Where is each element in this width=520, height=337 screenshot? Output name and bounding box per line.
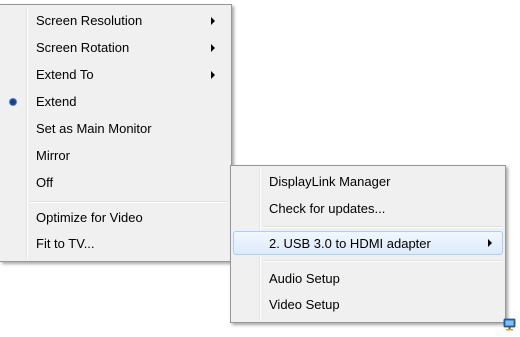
- menu-item-extend[interactable]: Extend: [2, 90, 228, 114]
- menu-item-label: Video Setup: [269, 297, 340, 312]
- menu-item-extend-to[interactable]: Extend To: [2, 63, 228, 87]
- menu-item-audio-setup[interactable]: Audio Setup: [233, 267, 503, 291]
- chevron-right-icon: [211, 44, 215, 52]
- menu-item-check-for-updates[interactable]: Check for updates...: [233, 197, 503, 221]
- menu-item-label: Fit to TV...: [36, 236, 95, 251]
- menu-item-usb-hdmi-adapter[interactable]: 2. USB 3.0 to HDMI adapter: [233, 231, 503, 255]
- menu-item-label: Audio Setup: [269, 271, 340, 286]
- menu-separator: [263, 260, 503, 262]
- menu-item-fit-to-tv[interactable]: Fit to TV...: [2, 232, 228, 256]
- menu-item-label: Mirror: [36, 148, 70, 163]
- menu-item-screen-resolution[interactable]: Screen Resolution: [2, 9, 228, 33]
- menu-item-label: Screen Rotation: [36, 40, 130, 55]
- display-context-menu: Screen Resolution Screen Rotation Extend…: [0, 4, 232, 262]
- menu-item-label: Extend: [36, 94, 77, 109]
- menu-item-off[interactable]: Off: [2, 171, 228, 195]
- menu-item-label: Check for updates...: [269, 201, 386, 216]
- chevron-right-icon: [488, 239, 492, 247]
- menu-item-optimize-for-video[interactable]: Optimize for Video: [2, 206, 228, 230]
- menu-item-set-as-main-monitor[interactable]: Set as Main Monitor: [2, 117, 228, 141]
- chevron-right-icon: [211, 17, 215, 25]
- chevron-right-icon: [211, 71, 215, 79]
- menu-item-label: Screen Resolution: [36, 13, 143, 28]
- menu-separator: [263, 226, 503, 228]
- menu-item-mirror[interactable]: Mirror: [2, 144, 228, 168]
- radio-dot-icon: [10, 99, 16, 105]
- menu-item-displaylink-manager[interactable]: DisplayLink Manager: [233, 170, 503, 194]
- displaylink-tray-menu: DisplayLink Manager Check for updates...…: [230, 165, 506, 323]
- menu-item-label: Off: [36, 175, 54, 190]
- menu-item-label: 2. USB 3.0 to HDMI adapter: [269, 236, 431, 251]
- displaylink-monitor-icon[interactable]: [503, 318, 516, 331]
- menu-item-label: DisplayLink Manager: [269, 174, 391, 189]
- menu-item-label: Set as Main Monitor: [36, 121, 152, 136]
- menu-item-video-setup[interactable]: Video Setup: [233, 293, 503, 317]
- menu-item-label: Extend To: [36, 67, 94, 82]
- menu-separator: [30, 201, 228, 203]
- menu-item-screen-rotation[interactable]: Screen Rotation: [2, 36, 228, 60]
- menu-item-label: Optimize for Video: [36, 210, 143, 225]
